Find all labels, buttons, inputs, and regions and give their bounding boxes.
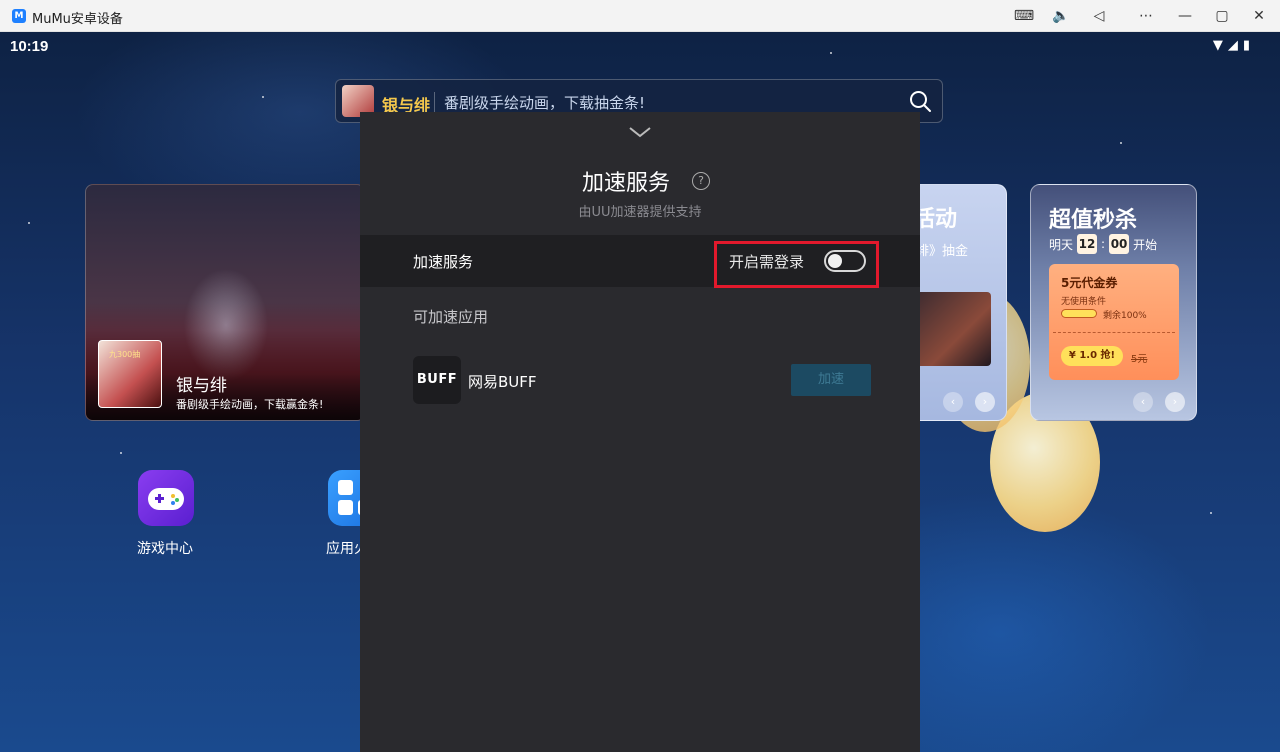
sale-day: 明天 [1049,237,1074,252]
coupon[interactable]: 5元代金券 无使用条件 剩余100% ¥ 1.0 抢! 5元 [1049,264,1179,380]
coupon-buy-button[interactable]: ¥ 1.0 抢! [1061,346,1123,366]
wifi-icon: ▼ [1212,38,1223,53]
back-icon[interactable]: ◁ [1086,4,1112,28]
coupon-original-price: 5元 [1131,354,1148,365]
coupon-divider [1053,332,1175,333]
panel-title: 加速服务 [581,171,670,196]
star-decoration [830,52,832,54]
window-title: MuMu安卓设备 [32,12,123,27]
accelerator-panel: 加速服务 ? 由UU加速器提供支持 加速服务 开启需登录 可加速应用 BUFF … [360,112,920,752]
search-divider [434,92,435,112]
signal-icon: ◢ [1227,38,1238,53]
window-titlebar: M MuMu安卓设备 ⌨ 🔈 ◁ ⋯ — ▢ ✕ [0,0,1280,32]
section-title: 可加速应用 [413,308,489,326]
star-decoration [262,96,264,98]
help-icon[interactable]: ? [692,172,710,190]
game-center-label: 游戏中心 [137,541,193,557]
status-time: 10:19 [10,38,49,55]
star-decoration [120,452,122,454]
coupon-condition: 无使用条件 [1061,297,1107,307]
banner-thumb-tag: 九300抽 [109,350,141,359]
activity-image [913,292,991,366]
panel-title-wrap: 加速服务 [360,165,920,197]
sale-title: 超值秒杀 [1049,208,1138,233]
buff-logo-icon: BUFF [413,356,461,404]
search-promo-text: 番剧级手绘动画，下载抽金条! [444,94,646,112]
activity-prev-button[interactable]: ‹ [943,392,963,412]
flash-sale-card[interactable]: 超值秒杀 明天 12 : 00 开始 5元代金券 无使用条件 剩余100% ¥ … [1030,184,1197,421]
close-button[interactable]: ✕ [1246,4,1272,28]
sale-prev-button[interactable]: ‹ [1133,392,1153,412]
minimize-button[interactable]: — [1172,4,1198,28]
game-center-icon[interactable] [138,470,194,526]
accelerate-button[interactable]: 加速 [791,364,871,396]
game-banner-card[interactable]: 九300抽 银与绯 番剧级手绘动画，下载赢金条! [85,184,365,421]
app-name: 网易BUFF [468,373,537,391]
maximize-button[interactable]: ▢ [1209,4,1235,28]
highlight-box [714,241,879,288]
banner-subtitle: 番剧级手绘动画，下载赢金条! [176,398,324,411]
sale-time-row: 明天 12 : 00 开始 [1049,234,1157,254]
star-decoration [1210,512,1212,514]
activity-subtitle: 绯》抽金 [916,244,969,259]
search-icon[interactable] [908,89,932,113]
mumu-logo-icon: M [12,9,26,23]
star-decoration [1120,142,1122,144]
coupon-title: 5元代金券 [1061,276,1118,290]
banner-game-icon: 九300抽 [98,340,162,408]
coupon-remaining-bar [1061,309,1097,318]
activity-next-button[interactable]: › [975,392,995,412]
status-icons: ▼ ◢ ▮ [1213,38,1250,53]
volume-icon[interactable]: 🔈 [1048,4,1074,28]
battery-icon: ▮ [1242,38,1250,53]
sale-colon: : [1101,237,1106,251]
sale-next-button[interactable]: › [1165,392,1185,412]
banner-game-name: 银与绯 [176,376,227,396]
gamepad-icon [148,488,184,510]
sale-start: 开始 [1133,237,1158,252]
coupon-remaining: 剩余100% [1103,311,1147,321]
sale-hour: 12 [1077,234,1098,254]
sale-minute: 00 [1109,234,1130,254]
keyboard-icon[interactable]: ⌨ [1011,4,1037,28]
setting-label: 加速服务 [413,253,474,271]
collapse-chevron-icon[interactable] [627,124,653,140]
more-menu-icon[interactable]: ⋯ [1133,4,1159,28]
panel-subtitle: 由UU加速器提供支持 [578,205,702,220]
star-decoration [28,222,30,224]
